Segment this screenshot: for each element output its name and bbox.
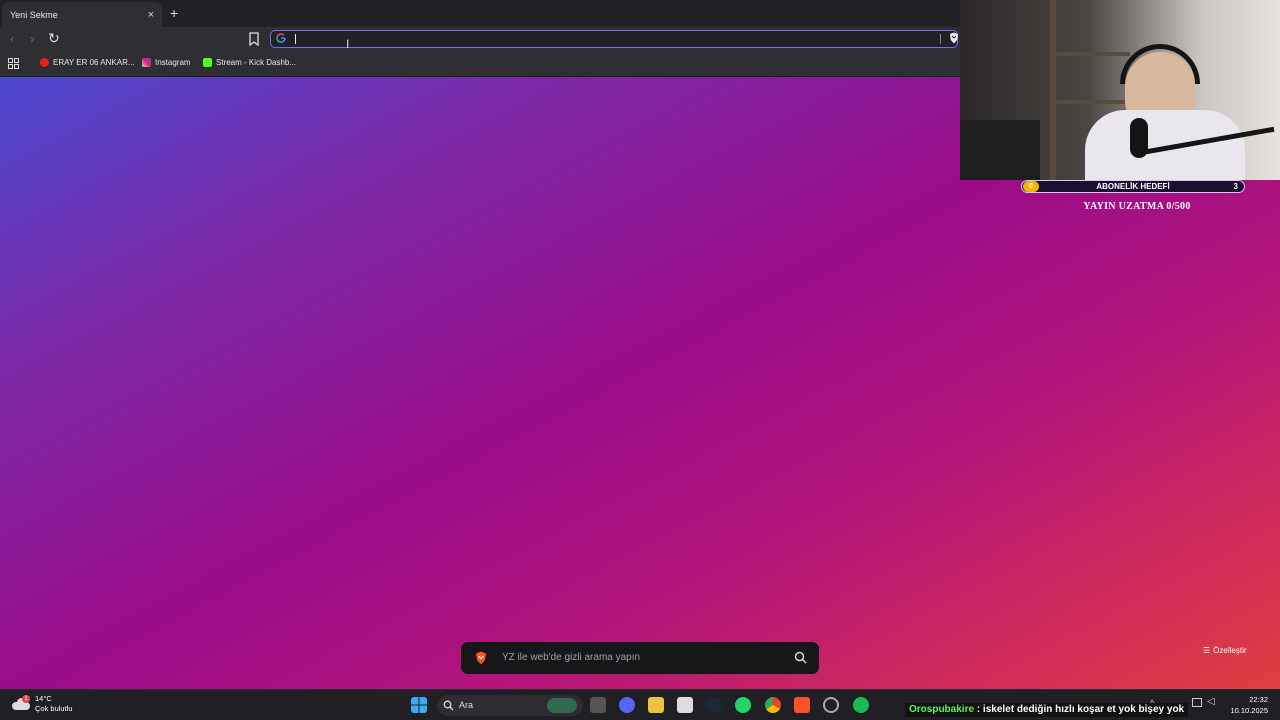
search-box[interactable]: YZ ile web'de gizli arama yapın — [461, 642, 819, 674]
reload-button[interactable]: ↻ — [48, 30, 60, 47]
goal-title: ABONELİK HEDEFİ — [1096, 182, 1170, 191]
taskbar-search[interactable]: Ara — [437, 695, 583, 716]
kick-icon — [203, 58, 212, 67]
chair — [960, 120, 1040, 180]
tab-new-tab[interactable]: Yeni Sekme × — [2, 2, 162, 27]
steam-icon[interactable] — [706, 697, 722, 713]
tab-title: Yeni Sekme — [10, 9, 58, 20]
microsoft-store-icon[interactable] — [677, 697, 693, 713]
goal-target: 3 — [1233, 182, 1238, 191]
sliders-icon: ☰ — [1203, 646, 1211, 655]
file-explorer-icon[interactable] — [648, 697, 664, 713]
task-view-icon[interactable] — [590, 697, 606, 713]
taskbar-search-icon — [443, 700, 454, 711]
volume-icon[interactable]: ◁ — [1207, 696, 1215, 707]
customize-button[interactable]: ☰ Özelleştir — [1203, 646, 1247, 655]
bookmark-item-youtube[interactable]: ERAY ER 06 ANKAR... — [40, 58, 135, 67]
search-icon[interactable] — [794, 651, 807, 664]
address-bar[interactable] — [270, 30, 958, 48]
bookmarks-bar: ERAY ER 06 ANKAR... Instagram Stream - K… — [0, 52, 960, 77]
subscription-goal-bar: ABONELİK HEDEFİ 0 3 — [1021, 180, 1245, 193]
tab-strip: Yeni Sekme × + — [0, 0, 960, 27]
shelf-post — [1050, 0, 1056, 180]
apps-grid-icon[interactable] — [8, 58, 19, 69]
webcam-overlay — [960, 0, 1280, 180]
taskbar-search-label: Ara — [459, 700, 474, 710]
chat-message: Orospubakire : iskelet dediğin hızlı koş… — [905, 703, 1189, 717]
network-icon[interactable] — [1192, 698, 1202, 707]
shelf-board — [1050, 52, 1130, 56]
stream-extension-counter: YAYIN UZATMA 0/500 — [1083, 201, 1191, 212]
chrome-icon[interactable] — [765, 697, 781, 713]
youtube-icon — [40, 58, 49, 67]
back-button[interactable]: ‹ — [10, 31, 14, 46]
search-highlight-icon — [547, 698, 577, 713]
instagram-icon — [142, 58, 151, 67]
weather-badge: 1 — [22, 695, 30, 703]
bookmark-item-kick[interactable]: Stream - Kick Dashb... — [203, 58, 296, 67]
weather-desc: Çok bulutlu — [35, 704, 73, 713]
clock-time: 22:32 — [1249, 695, 1268, 704]
weather-widget[interactable]: 1 14°C Çok bulutlu — [12, 694, 73, 714]
tab-close-icon[interactable]: × — [144, 9, 158, 21]
ibeam-cursor-icon: I — [346, 37, 350, 51]
cloud-icon: 1 — [12, 695, 30, 711]
brave-logo-icon — [476, 651, 486, 665]
goal-current: 0 — [1023, 181, 1039, 192]
text-caret — [295, 34, 296, 44]
bookmark-icon[interactable] — [248, 32, 260, 46]
browser-toolbar: ‹ › ↻ — [0, 27, 960, 52]
chat-text: iskelet dediğin hızlı koşar et yok bişey… — [982, 704, 1185, 715]
system-clock[interactable]: 22:32 10.10.2025 — [1222, 694, 1268, 716]
spotify-icon[interactable] — [853, 697, 869, 713]
brave-browser-icon[interactable] — [794, 697, 810, 713]
app-icon[interactable] — [823, 697, 839, 713]
omnibox-divider — [940, 34, 941, 44]
whatsapp-icon[interactable] — [735, 697, 751, 713]
brave-shield-icon[interactable] — [949, 32, 959, 44]
weather-temp: 14°C — [35, 694, 52, 703]
forward-button[interactable]: › — [30, 31, 34, 46]
bookmark-item-instagram[interactable]: Instagram — [142, 58, 191, 67]
chat-separator: : — [974, 704, 983, 715]
google-icon — [276, 33, 286, 46]
bookmark-label: ERAY ER 06 ANKAR... — [53, 58, 135, 67]
chat-username: Orospubakire — [909, 704, 975, 715]
new-tab-button[interactable]: + — [170, 5, 178, 21]
bookmark-label: Stream - Kick Dashb... — [216, 58, 297, 67]
shelf-board — [1050, 100, 1130, 104]
search-placeholder: YZ ile web'de gizli arama yapın — [502, 652, 641, 663]
windows-start-icon[interactable] — [411, 697, 427, 713]
clock-date: 10.10.2025 — [1230, 706, 1268, 715]
customize-label: Özelleştir — [1213, 646, 1247, 655]
bookmark-label: Instagram — [155, 58, 191, 67]
discord-icon[interactable] — [619, 697, 635, 713]
